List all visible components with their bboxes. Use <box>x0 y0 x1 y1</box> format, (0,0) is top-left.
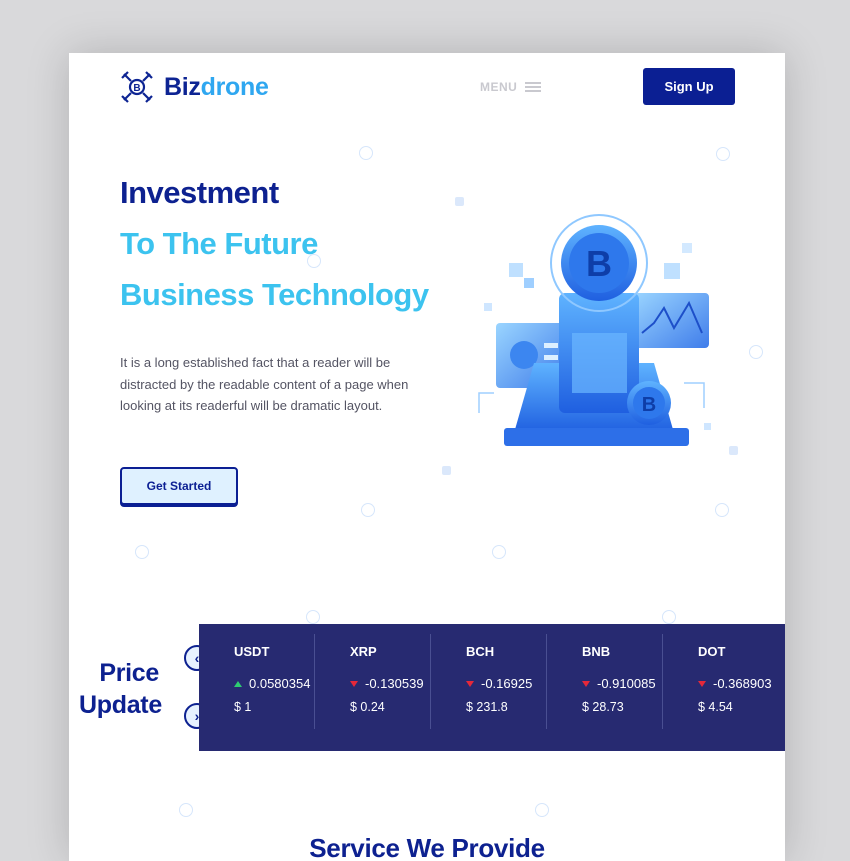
coin-symbol: BCH <box>466 644 495 659</box>
coin-card-xrp[interactable]: XRP -0.130539 $ 0.24 <box>315 634 431 729</box>
coin-symbol: DOT <box>698 644 726 659</box>
hero-title-line-2: To The Future <box>120 226 318 261</box>
coin-decoration <box>492 545 506 559</box>
menu-toggle[interactable]: MENU <box>480 80 542 94</box>
coin-change-value: -0.368903 <box>713 676 772 691</box>
coin-price: $ 1 <box>234 700 252 714</box>
price-update-title: Price Update <box>79 659 162 719</box>
hero-title-line-3: Business Technology <box>120 277 429 312</box>
arrow-up-icon <box>234 680 242 687</box>
coin-symbol: XRP <box>350 644 377 659</box>
arrow-down-icon <box>350 680 358 687</box>
logo-text-secondary: drone <box>200 72 269 101</box>
services-section-title: Service We Provide <box>309 833 545 861</box>
coin-decoration <box>361 503 375 517</box>
coin-price: $ 28.73 <box>582 700 624 714</box>
coin-decoration <box>535 803 549 817</box>
coin-change: -0.368903 <box>698 676 779 691</box>
sign-up-button[interactable]: Sign Up <box>643 68 735 105</box>
coin-price: $ 0.24 <box>350 700 385 714</box>
coin-price: $ 231.8 <box>466 700 508 714</box>
coin-change-value: 0.0580354 <box>249 676 311 691</box>
svg-text:B: B <box>586 243 612 284</box>
menu-label: MENU <box>480 80 518 94</box>
price-ticker: USDT 0.0580354 $ 1 XRP -0.130539 $ 0.24 … <box>199 624 785 751</box>
coin-symbol: BNB <box>582 644 611 659</box>
svg-text:B: B <box>133 83 140 94</box>
coin-decoration <box>716 147 730 161</box>
coin-decoration <box>179 803 193 817</box>
coin-decoration <box>715 503 729 517</box>
hero-title-line-1: Investment <box>120 175 279 210</box>
arrow-down-icon <box>582 680 590 687</box>
coin-decoration <box>306 610 320 624</box>
get-started-button[interactable]: Get Started <box>120 467 238 505</box>
arrow-down-icon <box>698 680 706 687</box>
landing-page: B Bizdrone MENU Sign Up Investment To Th… <box>69 53 785 861</box>
coin-decoration <box>135 545 149 559</box>
coin-card-usdt[interactable]: USDT 0.0580354 $ 1 <box>199 634 315 729</box>
coin-change-value: -0.910085 <box>597 676 656 691</box>
coin-decoration <box>662 610 676 624</box>
logo-wordmark: Bizdrone <box>164 73 269 102</box>
coin-change: -0.130539 <box>350 676 430 691</box>
coin-symbol: USDT <box>234 644 270 659</box>
coin-decoration <box>749 345 763 359</box>
drone-logo-icon: B <box>121 71 153 103</box>
square-decoration <box>442 466 451 475</box>
coin-change: -0.16925 <box>466 676 546 691</box>
logo-text-primary: Biz <box>164 72 201 101</box>
coin-change: -0.910085 <box>582 676 662 691</box>
menu-icon <box>525 82 542 92</box>
coin-card-dot[interactable]: DOT -0.368903 $ 4.54 <box>663 634 779 729</box>
coin-decoration <box>359 146 373 160</box>
coin-card-bch[interactable]: BCH -0.16925 $ 231.8 <box>431 634 547 729</box>
coin-price: $ 4.54 <box>698 700 733 714</box>
svg-text:B: B <box>642 394 656 416</box>
logo[interactable]: B Bizdrone <box>120 70 269 104</box>
hero-description: It is a long established fact that a rea… <box>120 355 409 413</box>
coin-change-value: -0.130539 <box>365 676 424 691</box>
coin-change: 0.0580354 <box>234 676 314 691</box>
coin-change-value: -0.16925 <box>481 676 533 691</box>
arrow-down-icon <box>466 680 474 687</box>
coin-card-bnb[interactable]: BNB -0.910085 $ 28.73 <box>547 634 663 729</box>
bitcoin-illustration: B B <box>478 214 711 446</box>
